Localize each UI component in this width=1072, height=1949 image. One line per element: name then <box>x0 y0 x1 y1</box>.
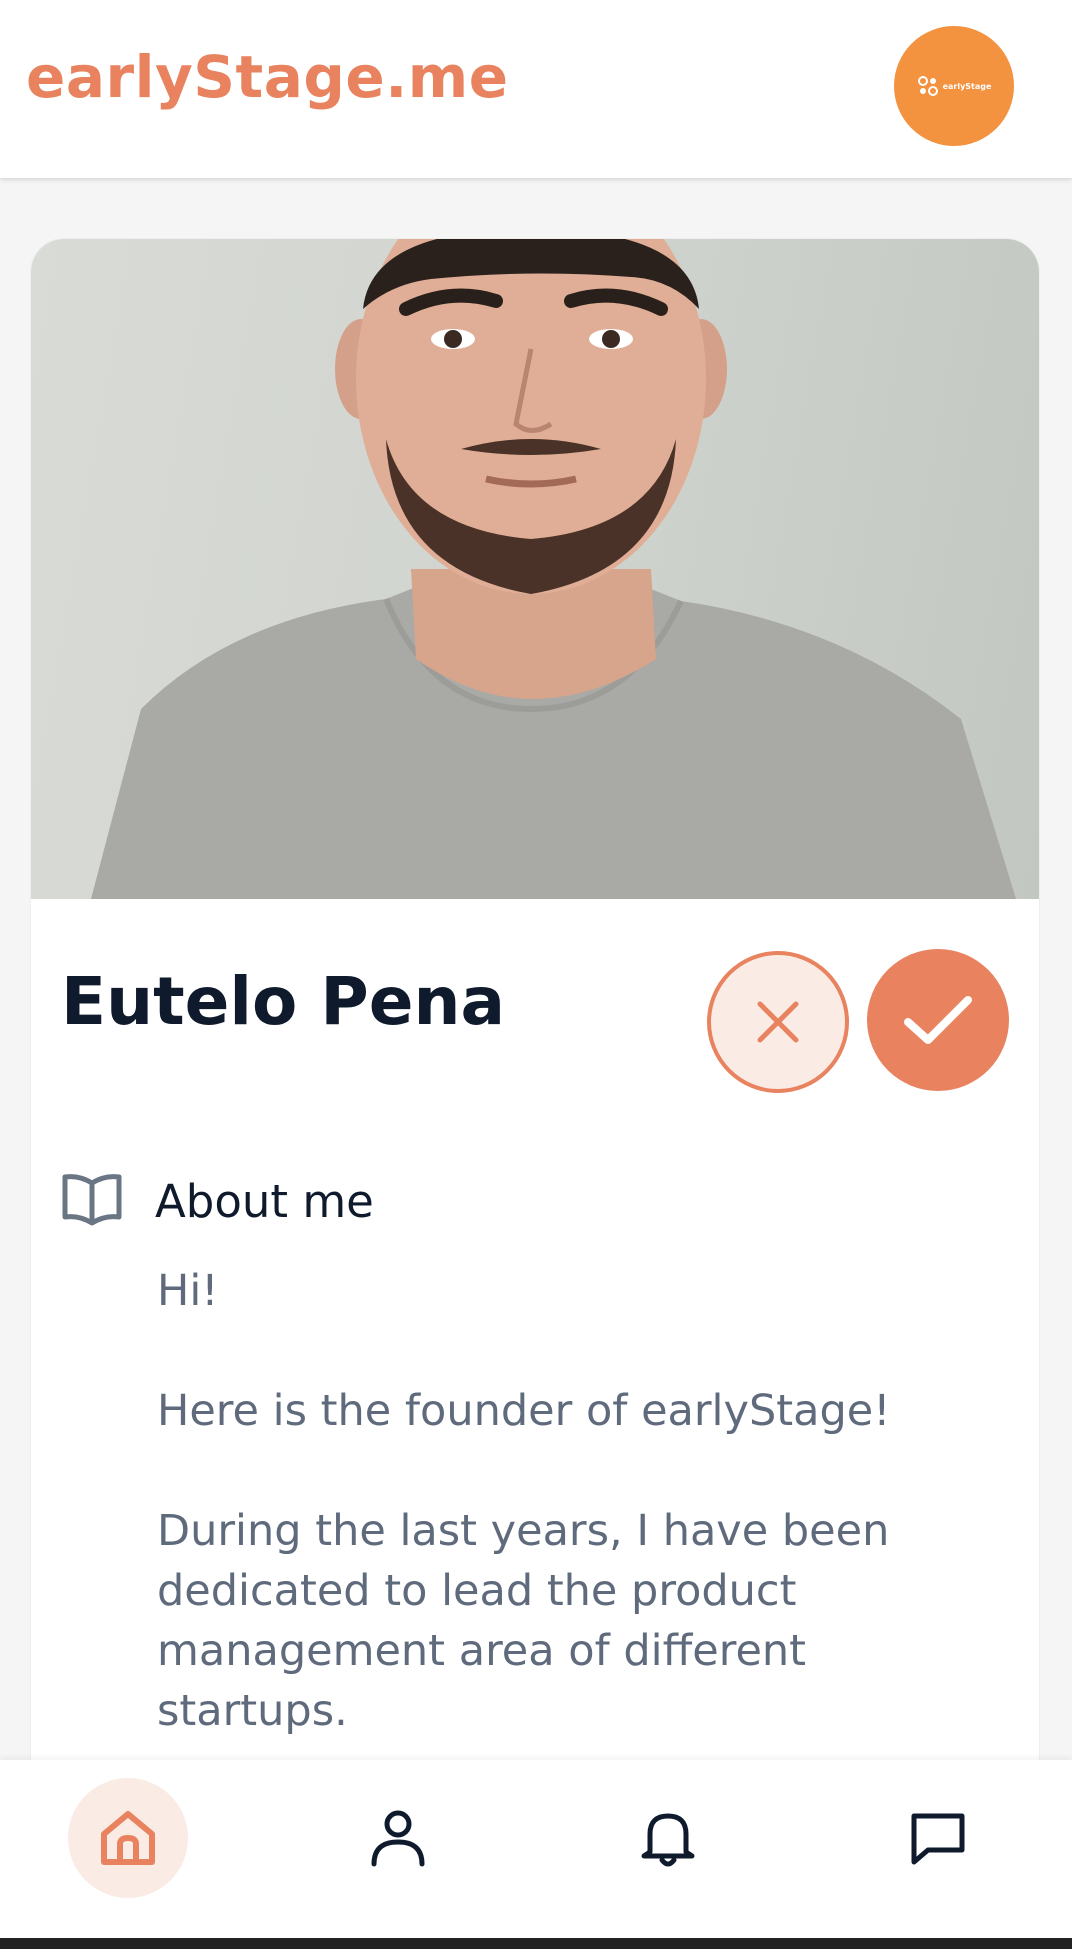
book-open-icon <box>62 1174 122 1226</box>
accept-button[interactable] <box>867 949 1009 1091</box>
avatar-logo-text: earlyStage <box>942 81 992 91</box>
profile-photo-illustration <box>91 239 1016 899</box>
profile-photo <box>31 239 1039 899</box>
nav-profile[interactable] <box>338 1778 458 1898</box>
reject-button[interactable] <box>707 951 849 1093</box>
about-paragraph: Hi! <box>157 1266 219 1316</box>
about-me-title: About me <box>155 1175 374 1228</box>
about-paragraph: During the last years, I have been dedic… <box>157 1506 890 1736</box>
nav-messages[interactable] <box>878 1778 998 1898</box>
chat-icon <box>911 1813 965 1865</box>
bottom-navigation <box>0 1760 1072 1938</box>
brand-logo-text[interactable]: earlyStage.me <box>26 48 509 106</box>
app-header: earlyStage.me earlyStage <box>0 0 1072 178</box>
nav-home[interactable] <box>68 1778 188 1898</box>
user-icon <box>371 1810 425 1867</box>
close-icon <box>757 1001 799 1043</box>
home-icon <box>101 1811 155 1865</box>
profile-name: Eutelo Pena <box>61 963 505 1040</box>
user-avatar[interactable]: earlyStage <box>894 26 1014 146</box>
about-me-text: Hi! Here is the founder of earlyStage! D… <box>157 1261 987 1801</box>
nav-notifications[interactable] <box>608 1778 728 1898</box>
bell-icon <box>641 1813 695 1867</box>
avatar-logo-icon <box>917 76 938 96</box>
about-paragraph: Here is the founder of earlyStage! <box>157 1386 891 1436</box>
profile-card: Eutelo Pena About me Hi! Here is the fou… <box>30 238 1040 1840</box>
system-navigation-bar <box>0 1938 1072 1949</box>
check-icon <box>904 996 972 1044</box>
